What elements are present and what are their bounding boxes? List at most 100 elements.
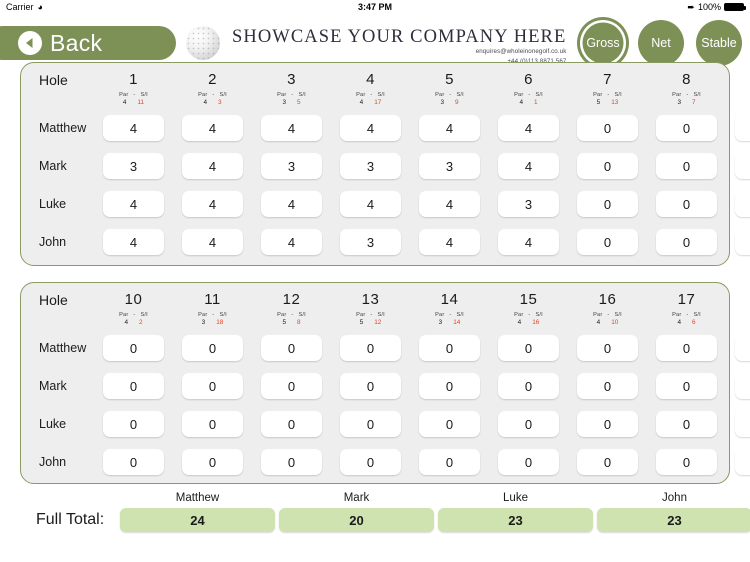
- score-input-luke-hole-13[interactable]: 0: [340, 411, 401, 437]
- score-input-luke-hole-17[interactable]: 0: [656, 411, 717, 437]
- score-input-luke-hole-5[interactable]: 4: [419, 191, 480, 217]
- score-input-mark-hole-9[interactable]: 0: [735, 153, 750, 179]
- score-input-john-hole-6[interactable]: 4: [498, 229, 559, 255]
- par-value: 3: [438, 319, 443, 326]
- score-input-matthew-hole-12[interactable]: 0: [261, 335, 322, 361]
- hole-header-6: 6 Par - S/I 4 1: [498, 72, 559, 106]
- score-input-john-hole-5[interactable]: 4: [419, 229, 480, 255]
- score-input-luke-hole-1[interactable]: 4: [103, 191, 164, 217]
- stroke-index-value: 7: [692, 99, 696, 106]
- score-input-matthew-hole-5[interactable]: 4: [419, 115, 480, 141]
- hole-header-1: 1 Par - S/I 4 11: [103, 72, 164, 106]
- score-input-luke-hole-4[interactable]: 4: [340, 191, 401, 217]
- score-input-john-hole-12[interactable]: 0: [261, 449, 322, 475]
- hole-number: 8: [682, 71, 691, 88]
- score-input-mark-hole-3[interactable]: 3: [261, 153, 322, 179]
- score-input-mark-hole-5[interactable]: 3: [419, 153, 480, 179]
- tab-gross[interactable]: Gross: [580, 20, 626, 66]
- scoring-mode-tabs: Gross Net Stable: [580, 20, 742, 66]
- score-input-mark-hole-16[interactable]: 0: [577, 373, 638, 399]
- par-si-values: 43: [182, 99, 243, 106]
- score-input-john-hole-2[interactable]: 4: [182, 229, 243, 255]
- score-input-john-hole-16[interactable]: 0: [577, 449, 638, 475]
- score-input-luke-hole-11[interactable]: 0: [182, 411, 243, 437]
- score-input-matthew-hole-3[interactable]: 4: [261, 115, 322, 141]
- hole-header-2: 2 Par - S/I 4 3: [182, 72, 243, 106]
- score-input-matthew-hole-8[interactable]: 0: [656, 115, 717, 141]
- score-input-john-hole-3[interactable]: 4: [261, 229, 322, 255]
- score-input-luke-hole-2[interactable]: 4: [182, 191, 243, 217]
- company-text-block: SHOWCASE YOUR COMPANY HERE enquires@whol…: [232, 26, 566, 67]
- score-input-mark-hole-15[interactable]: 0: [498, 373, 559, 399]
- score-input-luke-hole-12[interactable]: 0: [261, 411, 322, 437]
- par-si-heading: Par-S/I: [593, 312, 622, 318]
- score-input-luke-hole-8[interactable]: 0: [656, 191, 717, 217]
- score-input-matthew-hole-14[interactable]: 0: [419, 335, 480, 361]
- stroke-index-value: 18: [216, 319, 224, 326]
- score-input-mark-hole-2[interactable]: 4: [182, 153, 243, 179]
- score-input-matthew-hole-1[interactable]: 4: [103, 115, 164, 141]
- score-input-matthew-hole-15[interactable]: 0: [498, 335, 559, 361]
- score-input-luke-hole-3[interactable]: 4: [261, 191, 322, 217]
- full-total-name-luke: Luke: [503, 492, 528, 504]
- score-input-john-hole-14[interactable]: 0: [419, 449, 480, 475]
- score-input-matthew-hole-13[interactable]: 0: [340, 335, 401, 361]
- score-input-matthew-hole-9[interactable]: 0: [735, 115, 750, 141]
- score-input-luke-hole-7[interactable]: 0: [577, 191, 638, 217]
- score-input-matthew-hole-2[interactable]: 4: [182, 115, 243, 141]
- score-input-matthew-hole-11[interactable]: 0: [182, 335, 243, 361]
- par-si-heading: Par-S/I: [198, 312, 227, 318]
- score-input-mark-hole-8[interactable]: 0: [656, 153, 717, 179]
- tab-net[interactable]: Net: [638, 20, 684, 66]
- score-input-mark-hole-14[interactable]: 0: [419, 373, 480, 399]
- score-input-mark-hole-18[interactable]: 0: [735, 373, 750, 399]
- score-input-matthew-hole-16[interactable]: 0: [577, 335, 638, 361]
- score-input-mark-hole-4[interactable]: 3: [340, 153, 401, 179]
- score-input-john-hole-1[interactable]: 4: [103, 229, 164, 255]
- score-input-john-hole-9[interactable]: 0: [735, 229, 750, 255]
- score-input-luke-hole-9[interactable]: 0: [735, 191, 750, 217]
- score-input-matthew-hole-10[interactable]: 0: [103, 335, 164, 361]
- score-input-mark-hole-10[interactable]: 0: [103, 373, 164, 399]
- score-input-john-hole-7[interactable]: 0: [577, 229, 638, 255]
- score-input-matthew-hole-7[interactable]: 0: [577, 115, 638, 141]
- score-input-john-hole-11[interactable]: 0: [182, 449, 243, 475]
- score-input-john-hole-10[interactable]: 0: [103, 449, 164, 475]
- par-value: 4: [596, 319, 601, 326]
- score-input-matthew-hole-17[interactable]: 0: [656, 335, 717, 361]
- score-input-john-hole-18[interactable]: 0: [735, 449, 750, 475]
- score-input-mark-hole-17[interactable]: 0: [656, 373, 717, 399]
- full-total-row: Full Total: 24 20 23 23: [0, 508, 750, 532]
- tab-stable[interactable]: Stable: [696, 20, 742, 66]
- score-input-luke-hole-18[interactable]: 0: [735, 411, 750, 437]
- score-input-matthew-hole-6[interactable]: 4: [498, 115, 559, 141]
- score-input-john-hole-17[interactable]: 0: [656, 449, 717, 475]
- full-total-value-matthew: 24: [120, 508, 275, 532]
- score-input-john-hole-4[interactable]: 3: [340, 229, 401, 255]
- score-input-john-hole-13[interactable]: 0: [340, 449, 401, 475]
- score-input-luke-hole-6[interactable]: 3: [498, 191, 559, 217]
- score-input-mark-hole-11[interactable]: 0: [182, 373, 243, 399]
- score-input-john-hole-15[interactable]: 0: [498, 449, 559, 475]
- score-input-mark-hole-7[interactable]: 0: [577, 153, 638, 179]
- back-button[interactable]: Back: [0, 26, 176, 60]
- score-input-matthew-hole-18[interactable]: 0: [735, 335, 750, 361]
- score-input-luke-hole-10[interactable]: 0: [103, 411, 164, 437]
- score-input-mark-hole-12[interactable]: 0: [261, 373, 322, 399]
- hole-number: 6: [524, 71, 533, 88]
- score-input-luke-hole-15[interactable]: 0: [498, 411, 559, 437]
- par-si-values: 4 10: [577, 319, 638, 326]
- score-input-matthew-hole-4[interactable]: 4: [340, 115, 401, 141]
- score-input-john-hole-8[interactable]: 0: [656, 229, 717, 255]
- front-nine-card: Hole 1 Par - S/I 4 11 2 Par - S/I 4 3 3 Par - S/I 3 5 4 Par -…: [20, 62, 750, 266]
- hole-header-14: 14 Par - S/I 3 14: [419, 292, 480, 326]
- score-input-mark-hole-1[interactable]: 3: [103, 153, 164, 179]
- par-value: 4: [359, 99, 364, 106]
- score-input-luke-hole-16[interactable]: 0: [577, 411, 638, 437]
- par-si-values: 3 14: [419, 319, 480, 326]
- score-input-mark-hole-13[interactable]: 0: [340, 373, 401, 399]
- score-input-mark-hole-6[interactable]: 4: [498, 153, 559, 179]
- par-value: 4: [517, 319, 522, 326]
- score-input-luke-hole-14[interactable]: 0: [419, 411, 480, 437]
- stroke-index-value: 16: [532, 319, 540, 326]
